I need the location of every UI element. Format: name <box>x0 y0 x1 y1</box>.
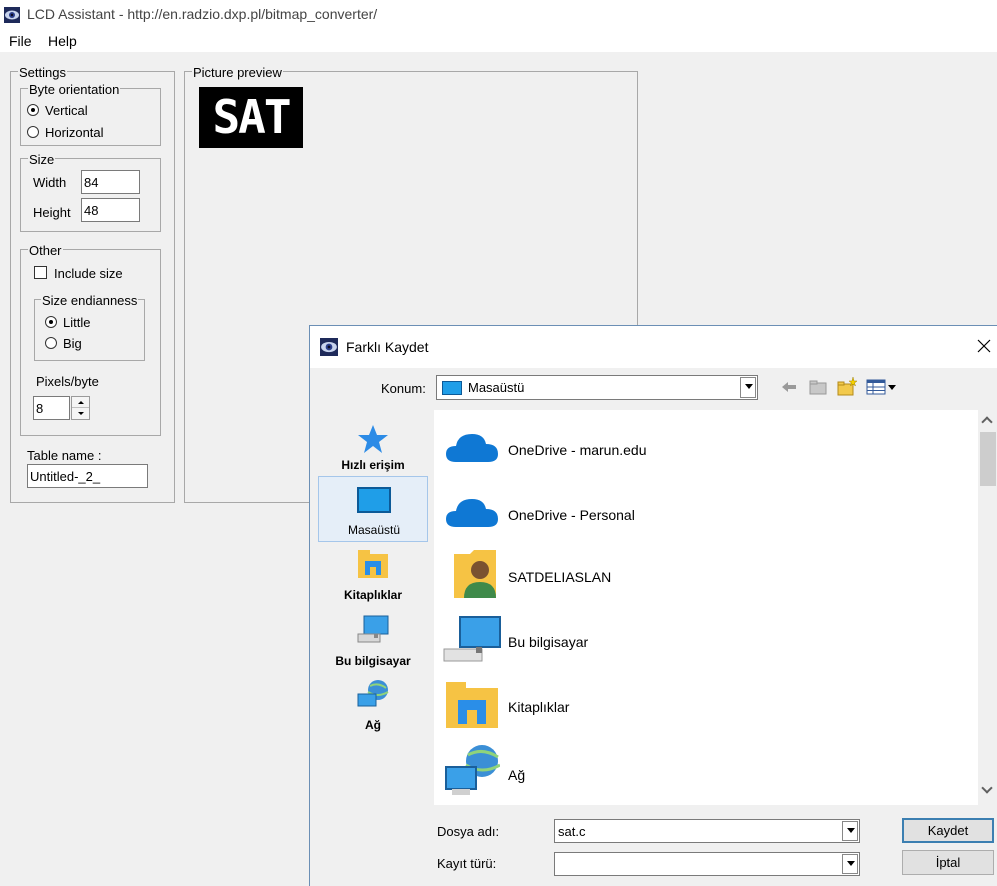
spinner-up-arrow-icon[interactable] <box>72 397 89 408</box>
libraries-icon <box>446 682 498 728</box>
file-name: Bu bilgisayar <box>508 634 589 650</box>
height-input[interactable] <box>81 198 140 222</box>
file-name: Kitaplıklar <box>508 699 570 715</box>
include-size-checkbox[interactable] <box>34 266 47 279</box>
user-folder-icon <box>454 550 496 598</box>
bitmap-preview-image: SAT <box>199 87 303 148</box>
horizontal-radio[interactable] <box>27 126 39 138</box>
back-arrow-icon[interactable] <box>780 378 798 396</box>
horizontal-radio-label: Horizontal <box>45 125 104 140</box>
network-small-icon <box>357 680 389 707</box>
location-combo[interactable]: Masaüstü <box>436 375 758 400</box>
places-network[interactable]: Ağ <box>318 678 428 738</box>
file-name: Ağ <box>508 767 526 783</box>
places-network-label: Ağ <box>365 718 381 732</box>
bitmap-preview-text: SAT <box>212 90 291 144</box>
new-folder-icon[interactable] <box>836 376 858 398</box>
vertical-radio[interactable] <box>27 104 39 116</box>
location-dropdown-arrow-icon[interactable] <box>740 377 756 398</box>
dialog-title: Farklı Kaydet <box>346 339 429 355</box>
scroll-down-arrow-icon[interactable] <box>981 782 993 794</box>
filename-label: Dosya adı: <box>437 824 500 839</box>
save-button[interactable]: Kaydet <box>902 818 994 843</box>
file-item-satdeliaslan[interactable]: SATDELIASLAN <box>434 544 974 606</box>
width-label: Width <box>33 175 67 190</box>
file-item-onedrive-marun[interactable]: OneDrive - marun.edu <box>434 414 974 476</box>
pixels-spinner[interactable] <box>71 396 90 420</box>
filename-combo[interactable]: sat.c <box>554 819 860 843</box>
file-item-onedrive-personal[interactable]: OneDrive - Personal <box>434 479 974 541</box>
menu-file[interactable]: File <box>9 33 32 49</box>
quick-access-star-icon <box>358 425 388 453</box>
filename-dropdown-arrow-icon[interactable] <box>842 821 858 841</box>
up-folder-icon[interactable] <box>808 377 828 397</box>
little-radio-label: Little <box>63 315 91 330</box>
cancel-button[interactable]: İptal <box>902 850 994 875</box>
file-item-network[interactable]: Ağ <box>434 739 974 801</box>
places-quick-access[interactable]: Hızlı erişim <box>318 418 428 478</box>
computer-small-icon <box>357 615 389 643</box>
onedrive-cloud-icon <box>446 499 498 527</box>
places-libraries[interactable]: Kitaplıklar <box>318 548 428 608</box>
places-this-pc-label: Bu bilgisayar <box>335 654 411 668</box>
app-eye-icon <box>4 7 20 23</box>
height-label: Height <box>33 205 71 220</box>
size-endianness-group <box>34 299 145 361</box>
menu-bar <box>0 30 997 52</box>
places-libraries-label: Kitaplıklar <box>343 588 403 602</box>
scroll-up-arrow-icon[interactable] <box>981 416 993 428</box>
places-desktop-label: Masaüstü <box>347 523 401 537</box>
pixels-per-byte-input[interactable] <box>33 396 70 420</box>
libraries-icon <box>358 550 388 578</box>
filetype-dropdown-arrow-icon[interactable] <box>842 854 858 874</box>
save-as-dialog: Farklı Kaydet Konum: Masaüstü Hızlı eriş… <box>309 325 997 886</box>
menu-help[interactable]: Help <box>48 33 77 49</box>
file-name: OneDrive - marun.edu <box>508 442 647 458</box>
file-list: OneDrive - marun.edu OneDrive - Personal… <box>434 410 997 805</box>
size-endianness-label: Size endianness <box>41 293 139 308</box>
filename-value: sat.c <box>558 824 586 839</box>
big-radio-label: Big <box>63 336 82 351</box>
table-name-label: Table name : <box>27 448 102 463</box>
little-radio[interactable] <box>45 316 57 328</box>
dialog-close-icon[interactable] <box>974 336 994 356</box>
window-title: LCD Assistant - http://en.radzio.dxp.pl/… <box>27 6 378 22</box>
view-menu-icon[interactable] <box>866 378 898 396</box>
computer-icon <box>443 616 501 662</box>
dialog-app-icon <box>320 338 338 356</box>
onedrive-cloud-icon <box>446 434 498 462</box>
places-desktop[interactable]: Masaüstü <box>318 476 428 542</box>
location-value: Masaüstü <box>468 380 525 395</box>
location-label: Konum: <box>381 381 426 396</box>
network-icon <box>445 745 500 795</box>
vertical-radio-label: Vertical <box>45 103 88 118</box>
pixels-per-byte-label: Pixels/byte <box>36 374 99 389</box>
scrollbar-thumb[interactable] <box>980 432 996 486</box>
desktop-icon <box>357 487 391 513</box>
file-item-this-pc[interactable]: Bu bilgisayar <box>434 609 974 671</box>
filetype-label: Kayıt türü: <box>437 856 497 871</box>
file-item-libraries[interactable]: Kitaplıklar <box>434 674 974 736</box>
width-input[interactable] <box>81 170 140 194</box>
places-quick-access-label: Hızlı erişim <box>341 458 405 472</box>
other-group-label: Other <box>28 243 63 258</box>
byte-orientation-label: Byte orientation <box>28 82 121 97</box>
picture-preview-label: Picture preview <box>192 65 283 80</box>
big-radio[interactable] <box>45 337 57 349</box>
table-name-input[interactable] <box>27 464 148 488</box>
file-name: OneDrive - Personal <box>508 507 635 523</box>
file-list-scrollbar[interactable] <box>978 410 997 805</box>
filetype-combo[interactable] <box>554 852 860 876</box>
include-size-label: Include size <box>54 266 123 281</box>
size-group-label: Size <box>28 152 56 167</box>
desktop-small-icon <box>442 381 462 395</box>
spinner-down-arrow-icon[interactable] <box>72 408 89 419</box>
places-this-pc[interactable]: Bu bilgisayar <box>318 614 428 674</box>
file-name: SATDELIASLAN <box>508 569 612 585</box>
settings-group-label: Settings <box>18 65 67 80</box>
